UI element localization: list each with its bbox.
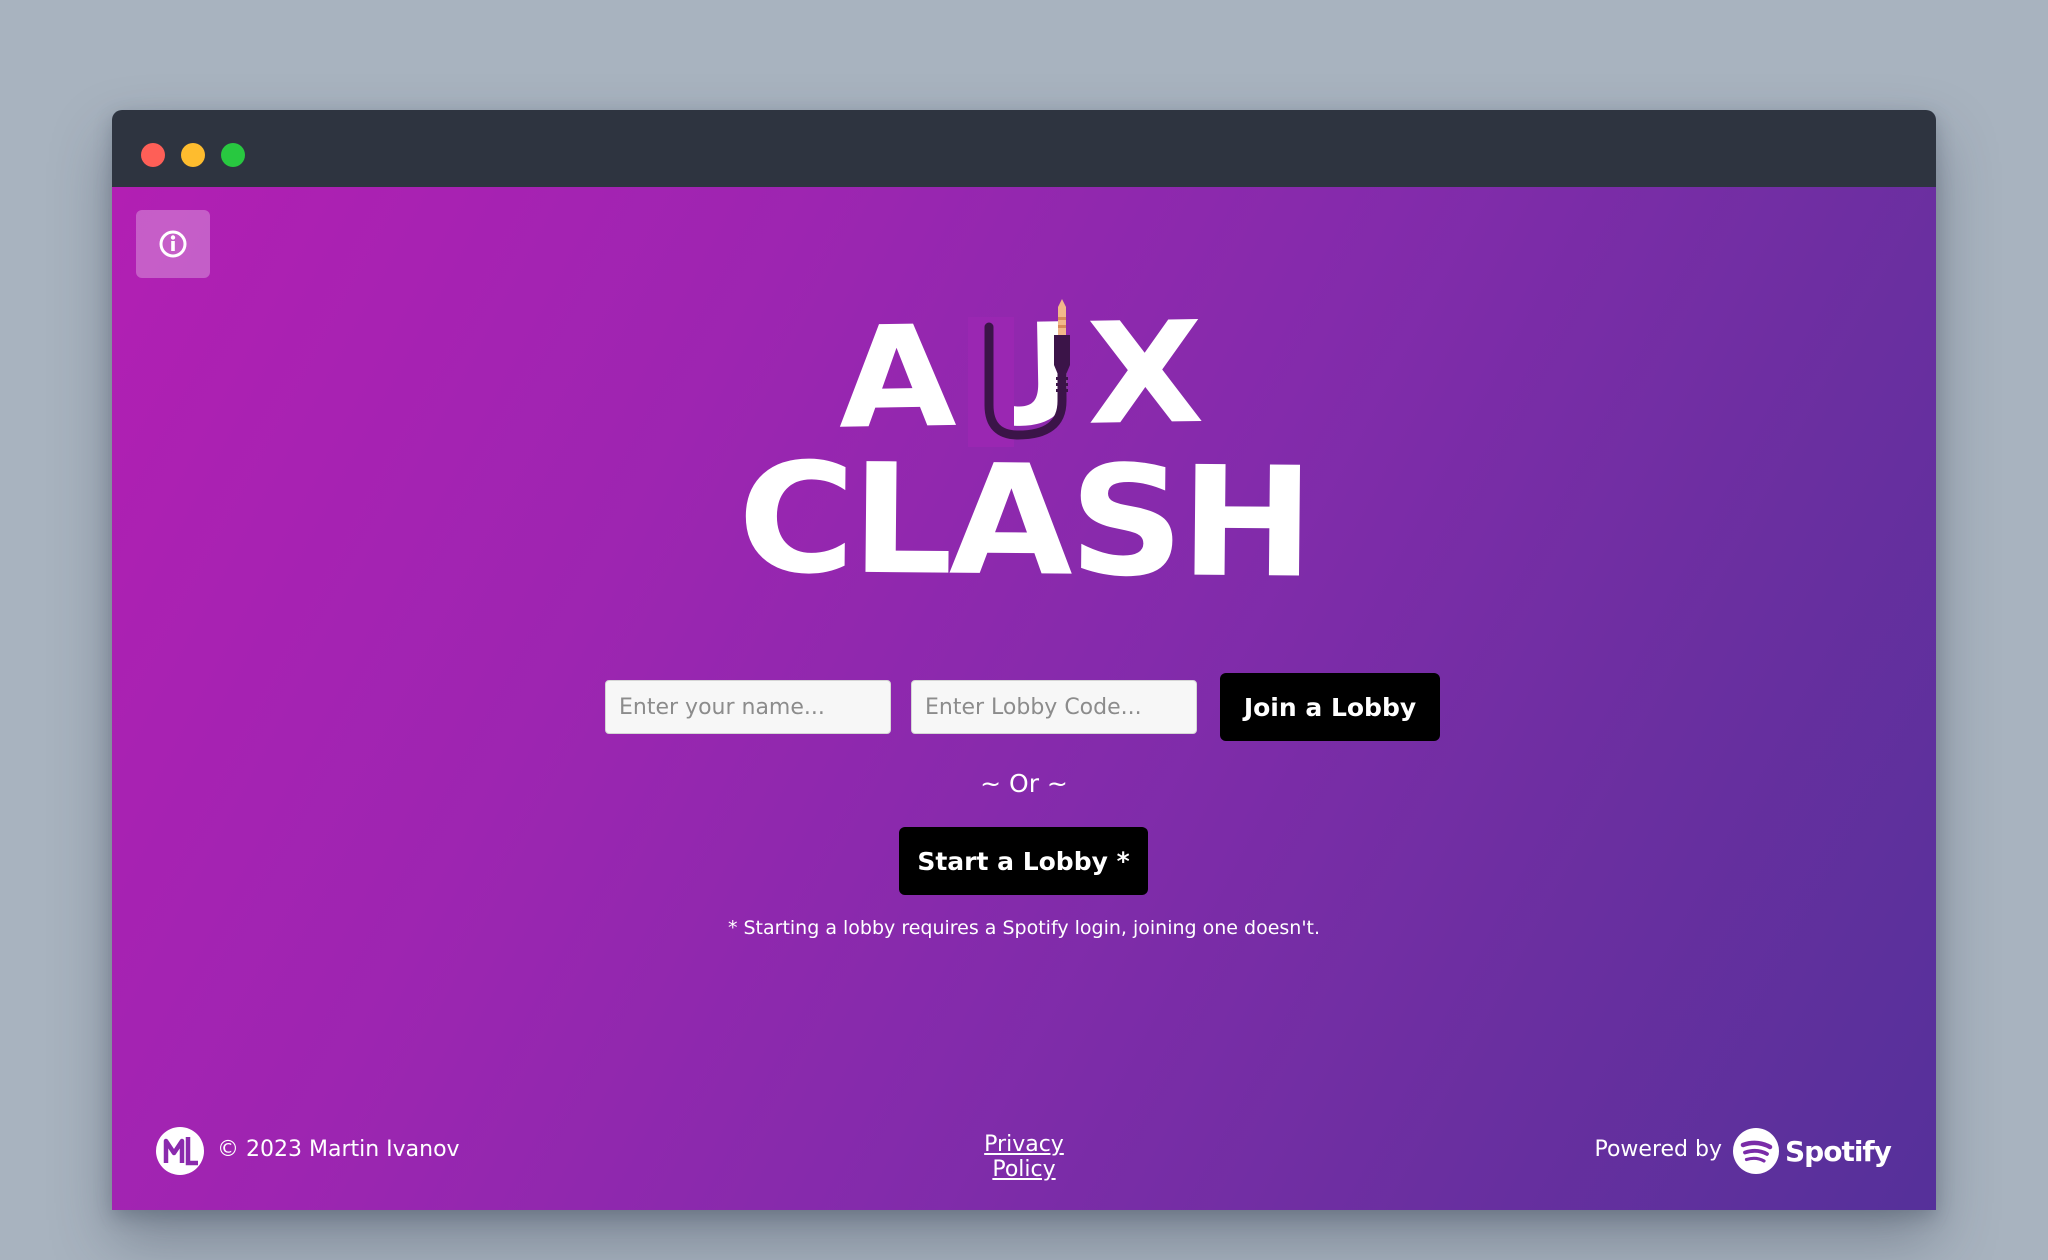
spotify-wordmark: Spotify xyxy=(1785,1134,1892,1168)
name-input[interactable] xyxy=(605,680,891,734)
author-logo-icon[interactable] xyxy=(156,1127,204,1175)
footer: © 2023 Martin Ivanov Privacy Policy Powe… xyxy=(112,1117,1936,1187)
or-divider: ~ Or ~ xyxy=(980,769,1068,798)
spotify-icon xyxy=(1733,1128,1779,1174)
start-lobby-button[interactable]: Start a Lobby * xyxy=(899,827,1148,895)
minimize-window-button[interactable] xyxy=(181,143,205,167)
close-window-button[interactable] xyxy=(141,143,165,167)
join-form: Join a Lobby xyxy=(112,673,1936,743)
join-lobby-button[interactable]: Join a Lobby xyxy=(1220,673,1440,741)
spotify-logo[interactable]: Spotify xyxy=(1733,1126,1893,1176)
browser-window: AUX CLASH Join a Lobby ~ Or ~ Start a Lo… xyxy=(112,110,1936,1210)
spotify-login-note: * Starting a lobby requires a Spotify lo… xyxy=(727,917,1321,939)
window-titlebar xyxy=(112,110,1936,187)
aux-clash-logo: AUX CLASH xyxy=(716,277,1332,612)
aux-cable-icon xyxy=(968,299,1070,447)
info-icon xyxy=(159,230,187,258)
maximize-window-button[interactable] xyxy=(221,143,245,167)
lobby-code-input[interactable] xyxy=(911,680,1197,734)
copyright-text: © 2023 Martin Ivanov xyxy=(217,1137,460,1162)
privacy-policy-link[interactable]: Privacy Policy xyxy=(952,1132,1096,1182)
info-button[interactable] xyxy=(136,210,210,278)
powered-by-text: Powered by xyxy=(1594,1137,1722,1162)
app-page: AUX CLASH Join a Lobby ~ Or ~ Start a Lo… xyxy=(112,187,1936,1210)
